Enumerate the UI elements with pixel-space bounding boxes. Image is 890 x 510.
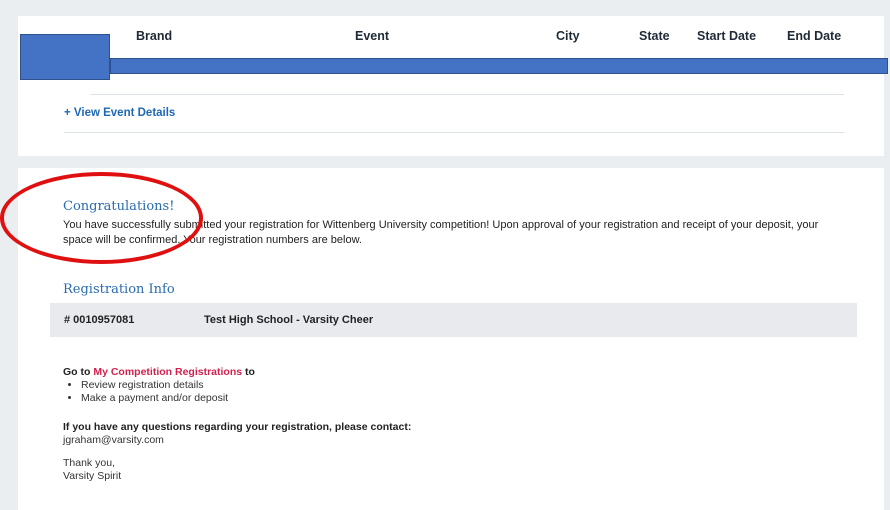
next-steps-suffix: to	[242, 366, 255, 378]
next-steps-list: Review registration details Make a payme…	[63, 379, 228, 405]
col-header-state: State	[639, 29, 670, 43]
signoff: Thank you, Varsity Spirit	[63, 457, 121, 483]
registration-info-heading: Registration Info	[63, 282, 175, 297]
signoff-line2: Varsity Spirit	[63, 470, 122, 482]
signoff-line1: Thank you,	[63, 457, 115, 469]
list-item: Review registration details	[81, 379, 228, 392]
divider	[90, 94, 844, 95]
redaction-bar	[110, 58, 888, 74]
contact-question: If you have any questions regarding your…	[63, 421, 412, 433]
list-item: Make a payment and/or deposit	[81, 392, 228, 405]
redaction-box	[20, 34, 110, 80]
col-header-city: City	[556, 29, 580, 43]
col-header-end-date: End Date	[787, 29, 842, 43]
col-header-event: Event	[355, 29, 390, 43]
my-competition-registrations-link[interactable]: My Competition Registrations	[93, 366, 242, 378]
col-header-start-date: Start Date	[697, 29, 757, 43]
col-header-brand: Brand	[136, 29, 173, 43]
registration-number: # 0010957081	[64, 314, 135, 326]
congratulations-heading: Congratulations!	[63, 199, 175, 214]
view-event-details-link[interactable]: + View Event Details	[64, 107, 175, 119]
registration-row	[50, 303, 857, 337]
next-steps-line: Go to My Competition Registrations to	[63, 366, 255, 378]
confirmation-message: You have successfully submitted your reg…	[63, 219, 819, 246]
registration-team: Test High School - Varsity Cheer	[204, 314, 374, 326]
next-steps-prefix: Go to	[63, 366, 94, 378]
contact-email[interactable]: jgraham@varsity.com	[63, 434, 164, 446]
divider	[64, 132, 844, 133]
